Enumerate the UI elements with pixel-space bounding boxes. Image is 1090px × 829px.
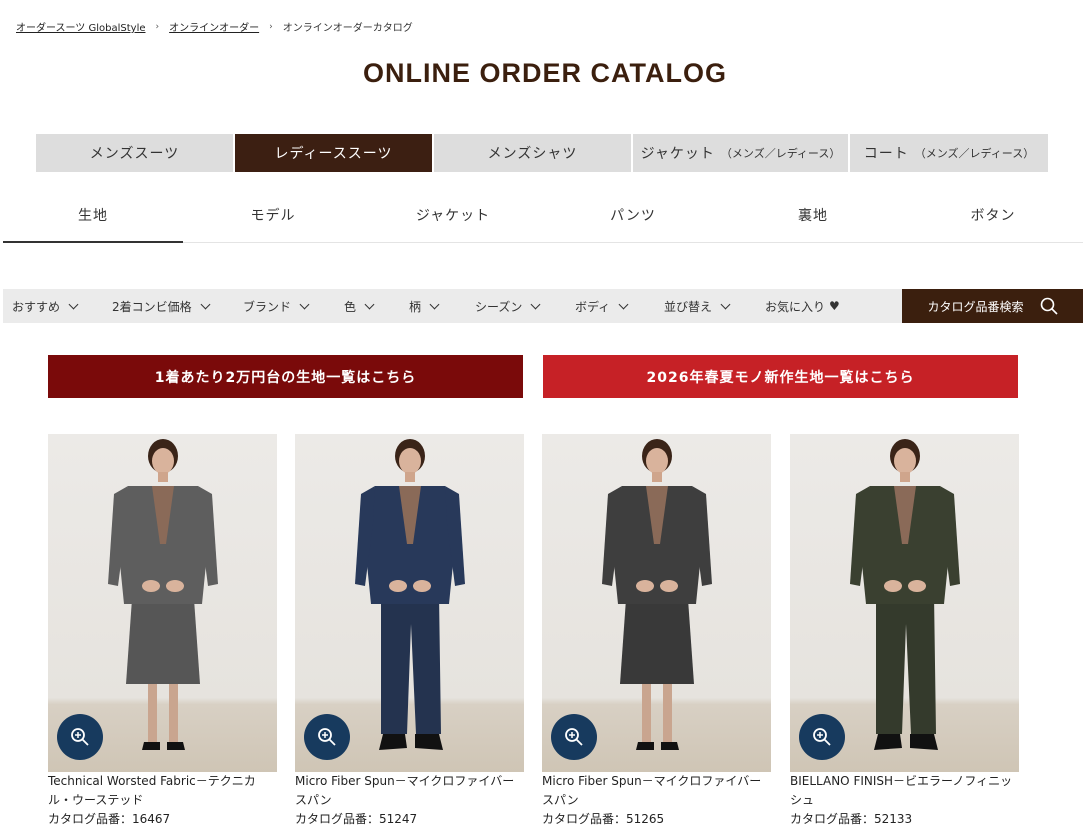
breadcrumb-current: オンラインオーダーカタログ (282, 23, 413, 34)
breadcrumb: オーダースーツ GlobalStyle › オンラインオーダー › オンラインオ… (16, 19, 413, 35)
filter-label: 並び替え (664, 299, 713, 314)
tab-jackets[interactable]: ジャケット （メンズ／レディース） (633, 134, 848, 172)
tab-label: ジャケット (640, 146, 715, 162)
chevron-down-icon (429, 299, 440, 309)
product-card[interactable]: Technical Worsted Fabric－テクニカル・ウーステッド カタ… (48, 434, 277, 829)
filter-label: シーズン (475, 299, 523, 314)
zoom-in-icon (565, 728, 583, 746)
zoom-button[interactable] (57, 714, 103, 760)
filter-label: おすすめ (12, 299, 61, 314)
subtab-jacket[interactable]: ジャケット (363, 196, 543, 242)
filter-label: お気に入り (765, 299, 826, 314)
filter-label: 柄 (409, 299, 422, 314)
zoom-button[interactable] (799, 714, 845, 760)
tab-ladies-suits[interactable]: レディーススーツ (235, 134, 432, 172)
chevron-down-icon (530, 299, 541, 309)
product-name[interactable]: Micro Fiber Spun－マイクロファイバースパン (542, 772, 771, 810)
filter-color[interactable]: 色 (344, 289, 375, 323)
zoom-in-icon (318, 728, 336, 746)
subtab-buttons[interactable]: ボタン (903, 196, 1083, 242)
zoom-in-icon (813, 728, 831, 746)
filter-label: ブランド (243, 299, 292, 314)
catalog-number-search-button[interactable]: カタログ品番検索 (902, 289, 1083, 323)
chevron-down-icon (299, 299, 310, 309)
filter-pattern[interactable]: 柄 (409, 289, 440, 323)
product-name[interactable]: Micro Fiber Spun－マイクロファイバースパン (295, 772, 524, 810)
filter-sort[interactable]: 並び替え (664, 289, 731, 323)
product-photo[interactable] (295, 434, 524, 772)
product-code: カタログ品番：51265 (542, 812, 665, 826)
sub-tabs: 生地 モデル ジャケット パンツ 裏地 ボタン (3, 196, 1083, 243)
banner-new-ss-fabrics[interactable]: 2026年春夏モノ新作生地一覧はこちら (543, 355, 1018, 398)
product-name[interactable]: Technical Worsted Fabric－テクニカル・ウーステッド (48, 772, 277, 810)
filter-label: 2着コンビ価格 (112, 299, 192, 314)
filter-label: 色 (344, 299, 357, 314)
subtab-model[interactable]: モデル (183, 196, 363, 242)
filter-recommended[interactable]: おすすめ (12, 289, 79, 323)
chevron-right-icon: › (269, 21, 273, 32)
chevron-down-icon (200, 299, 211, 309)
tab-label: メンズスーツ (89, 146, 180, 162)
subtab-fabric[interactable]: 生地 (3, 196, 183, 243)
subtab-lining[interactable]: 裏地 (723, 196, 903, 242)
zoom-in-icon (71, 728, 89, 746)
product-photo[interactable] (790, 434, 1019, 772)
chevron-down-icon (68, 299, 79, 309)
product-photo[interactable] (48, 434, 277, 772)
filter-bar: おすすめ 2着コンビ価格 ブランド 色 柄 シーズン ボディ 並び替え お気に入… (3, 289, 1083, 323)
filter-season[interactable]: シーズン (475, 289, 541, 323)
tab-label: メンズシャツ (487, 146, 578, 162)
product-card[interactable]: Micro Fiber Spun－マイクロファイバースパン カタログ品番：512… (542, 434, 771, 829)
tab-label: コート (863, 146, 909, 162)
zoom-button[interactable] (551, 714, 597, 760)
breadcrumb-home-link[interactable]: オーダースーツ GlobalStyle (16, 19, 146, 34)
page-title: ONLINE ORDER CATALOG (363, 58, 727, 88)
search-button-label: カタログ品番検索 (927, 299, 1024, 314)
tab-sublabel: （メンズ／レディース） (914, 147, 1035, 160)
product-card[interactable]: BIELLANO FINISH－ビエラーノフィニッシュ カタログ品番：52133 (790, 434, 1019, 829)
tab-label: レディーススーツ (274, 146, 393, 162)
product-name[interactable]: BIELLANO FINISH－ビエラーノフィニッシュ (790, 772, 1019, 810)
product-card[interactable]: Micro Fiber Spun－マイクロファイバースパン カタログ品番：512… (295, 434, 524, 829)
zoom-button[interactable] (304, 714, 350, 760)
product-photo[interactable] (542, 434, 771, 772)
product-code: カタログ品番：16467 (48, 812, 171, 826)
chevron-down-icon (618, 299, 629, 309)
breadcrumb-online-order-link[interactable]: オンラインオーダー (169, 19, 259, 34)
filter-body[interactable]: ボディ (575, 289, 629, 323)
tab-mens-shirts[interactable]: メンズシャツ (434, 134, 631, 172)
search-icon (1040, 297, 1058, 315)
tab-coats[interactable]: コート （メンズ／レディース） (850, 134, 1048, 172)
chevron-right-icon: › (155, 21, 160, 32)
banner-affordable-fabrics[interactable]: 1着あたり2万円台の生地一覧はこちら (48, 355, 523, 398)
chevron-down-icon (364, 299, 375, 309)
filter-brand[interactable]: ブランド (243, 289, 310, 323)
filter-favorites[interactable]: お気に入り ♥ (765, 289, 840, 323)
heart-icon: ♥ (829, 299, 840, 313)
filter-combo-price[interactable]: 2着コンビ価格 (112, 289, 211, 323)
tab-mens-suits[interactable]: メンズスーツ (36, 134, 233, 172)
tab-sublabel: （メンズ／レディース） (720, 147, 841, 160)
subtab-pants[interactable]: パンツ (543, 196, 723, 242)
filter-label: ボディ (575, 299, 611, 314)
chevron-down-icon (720, 299, 731, 309)
category-tabs: メンズスーツ レディーススーツ メンズシャツ ジャケット （メンズ／レディース） … (36, 134, 1048, 172)
product-code: カタログ品番：51247 (295, 812, 418, 826)
product-code: カタログ品番：52133 (790, 812, 913, 826)
